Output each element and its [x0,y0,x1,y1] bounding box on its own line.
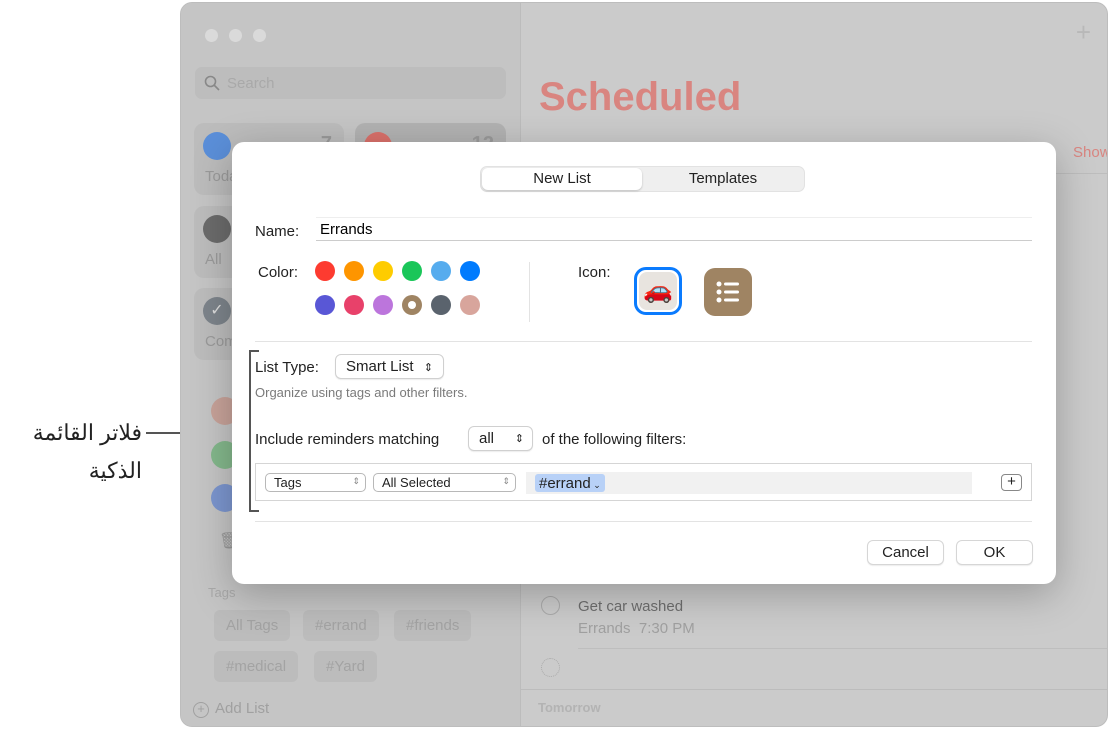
list-type-popup[interactable]: Smart List ⇕ [335,354,444,379]
search-input[interactable]: Search [195,67,506,99]
color-swatch[interactable] [460,261,480,281]
tag-token-field[interactable]: #errand ⌄ [526,472,972,494]
divider [578,648,1107,649]
filter-operator-popup[interactable]: All Selected ⇕ [373,473,516,492]
color-swatch[interactable] [402,261,422,281]
reminder-list: Errands [578,620,631,637]
tag-chip[interactable]: #medical [214,651,299,682]
callout-line-1: فلاتر القائمة [32,420,142,445]
color-label: Color: [258,264,299,281]
color-swatch[interactable] [373,295,393,315]
search-icon [204,75,220,91]
color-swatch[interactable] [344,261,364,281]
page-title: Scheduled [539,75,742,119]
reminder-title[interactable]: Get car washed [578,598,683,615]
list-type-label: List Type: [255,359,319,376]
filter-field-value: Tags [274,475,302,490]
color-swatch[interactable] [431,295,451,315]
add-list-button[interactable]: + Add List [193,700,269,718]
segmented-control: New List Templates [480,166,805,192]
add-reminder-button[interactable]: + [1076,17,1091,48]
reminder-meta: Errands 7:30 PM [578,620,695,637]
car-emoji-icon[interactable]: 🚗 [634,267,682,315]
section-tomorrow: Tomorrow [538,700,601,715]
tags-header: Tags [208,585,236,600]
tab-templates[interactable]: Templates [643,168,803,190]
color-swatch[interactable] [315,261,335,281]
show-completed-link[interactable]: Show [1073,144,1107,161]
callout-bracket [249,350,259,512]
match-popup[interactable]: all ⇕ [468,426,533,451]
plus-circle-icon: + [193,702,209,718]
list-type-hint: Organize using tags and other filters. [255,385,468,400]
chevron-down-icon: ⌄ [590,480,601,490]
following-label: of the following filters: [542,431,687,448]
tag-token-label: #errand [539,475,591,492]
chevron-updown-icon: ⇕ [352,476,360,486]
filter-field-popup[interactable]: Tags ⇕ [265,473,366,492]
name-field[interactable] [316,217,1032,241]
chevron-updown-icon: ⇕ [423,362,433,374]
divider [255,341,1032,342]
tag-chip[interactable]: All Tags [214,610,291,641]
list-type-value: Smart List [346,358,414,375]
new-list-dialog: New List Templates Name: Color: Icon: 🚗 … [232,142,1056,584]
color-swatch[interactable] [373,261,393,281]
reminder-checkbox[interactable] [541,596,560,615]
tray-icon [203,215,231,243]
list-icon[interactable] [704,268,752,316]
callout-line-2: الذكية [88,458,142,483]
color-swatch[interactable] [402,295,422,315]
ok-button[interactable]: OK [956,540,1033,565]
search-placeholder: Search [227,75,275,92]
filter-operator-value: All Selected [382,475,451,490]
name-label: Name: [255,223,300,240]
checkmark-icon: ✓ [203,297,231,325]
chevron-updown-icon: ⇕ [502,476,510,486]
include-label: Include reminders matching [255,431,440,448]
close-button[interactable] [205,29,218,42]
tag-token[interactable]: #errand ⌄ [535,474,605,492]
color-swatch[interactable] [344,295,364,315]
calendar-icon [203,132,231,160]
color-swatch[interactable] [431,261,451,281]
callout-label: فلاتر القائمة الذكية [0,414,142,490]
cancel-button[interactable]: Cancel [867,540,944,565]
filter-row: Tags ⇕ All Selected ⇕ #errand ⌄ + [255,463,1032,501]
tag-chip[interactable]: #friends [394,610,472,641]
chevron-updown-icon: ⇕ [514,433,524,445]
divider [521,689,1107,690]
icon-label: Icon: [578,264,611,281]
tag-chip[interactable]: #errand [303,610,379,641]
color-swatch[interactable] [315,295,335,315]
tab-new-list[interactable]: New List [482,168,642,190]
color-swatch[interactable] [460,295,480,315]
divider [255,521,1032,522]
reminder-time: 7:30 PM [638,620,695,637]
tag-chip[interactable]: #Yard [314,651,377,682]
zoom-button[interactable] [253,29,266,42]
divider-vertical [529,262,530,322]
tile-label: All [205,251,222,268]
add-list-label: Add List [215,700,270,717]
minimize-button[interactable] [229,29,242,42]
add-filter-button[interactable]: + [1001,474,1022,491]
new-reminder-checkbox[interactable] [541,658,560,677]
match-value: all [479,430,495,447]
